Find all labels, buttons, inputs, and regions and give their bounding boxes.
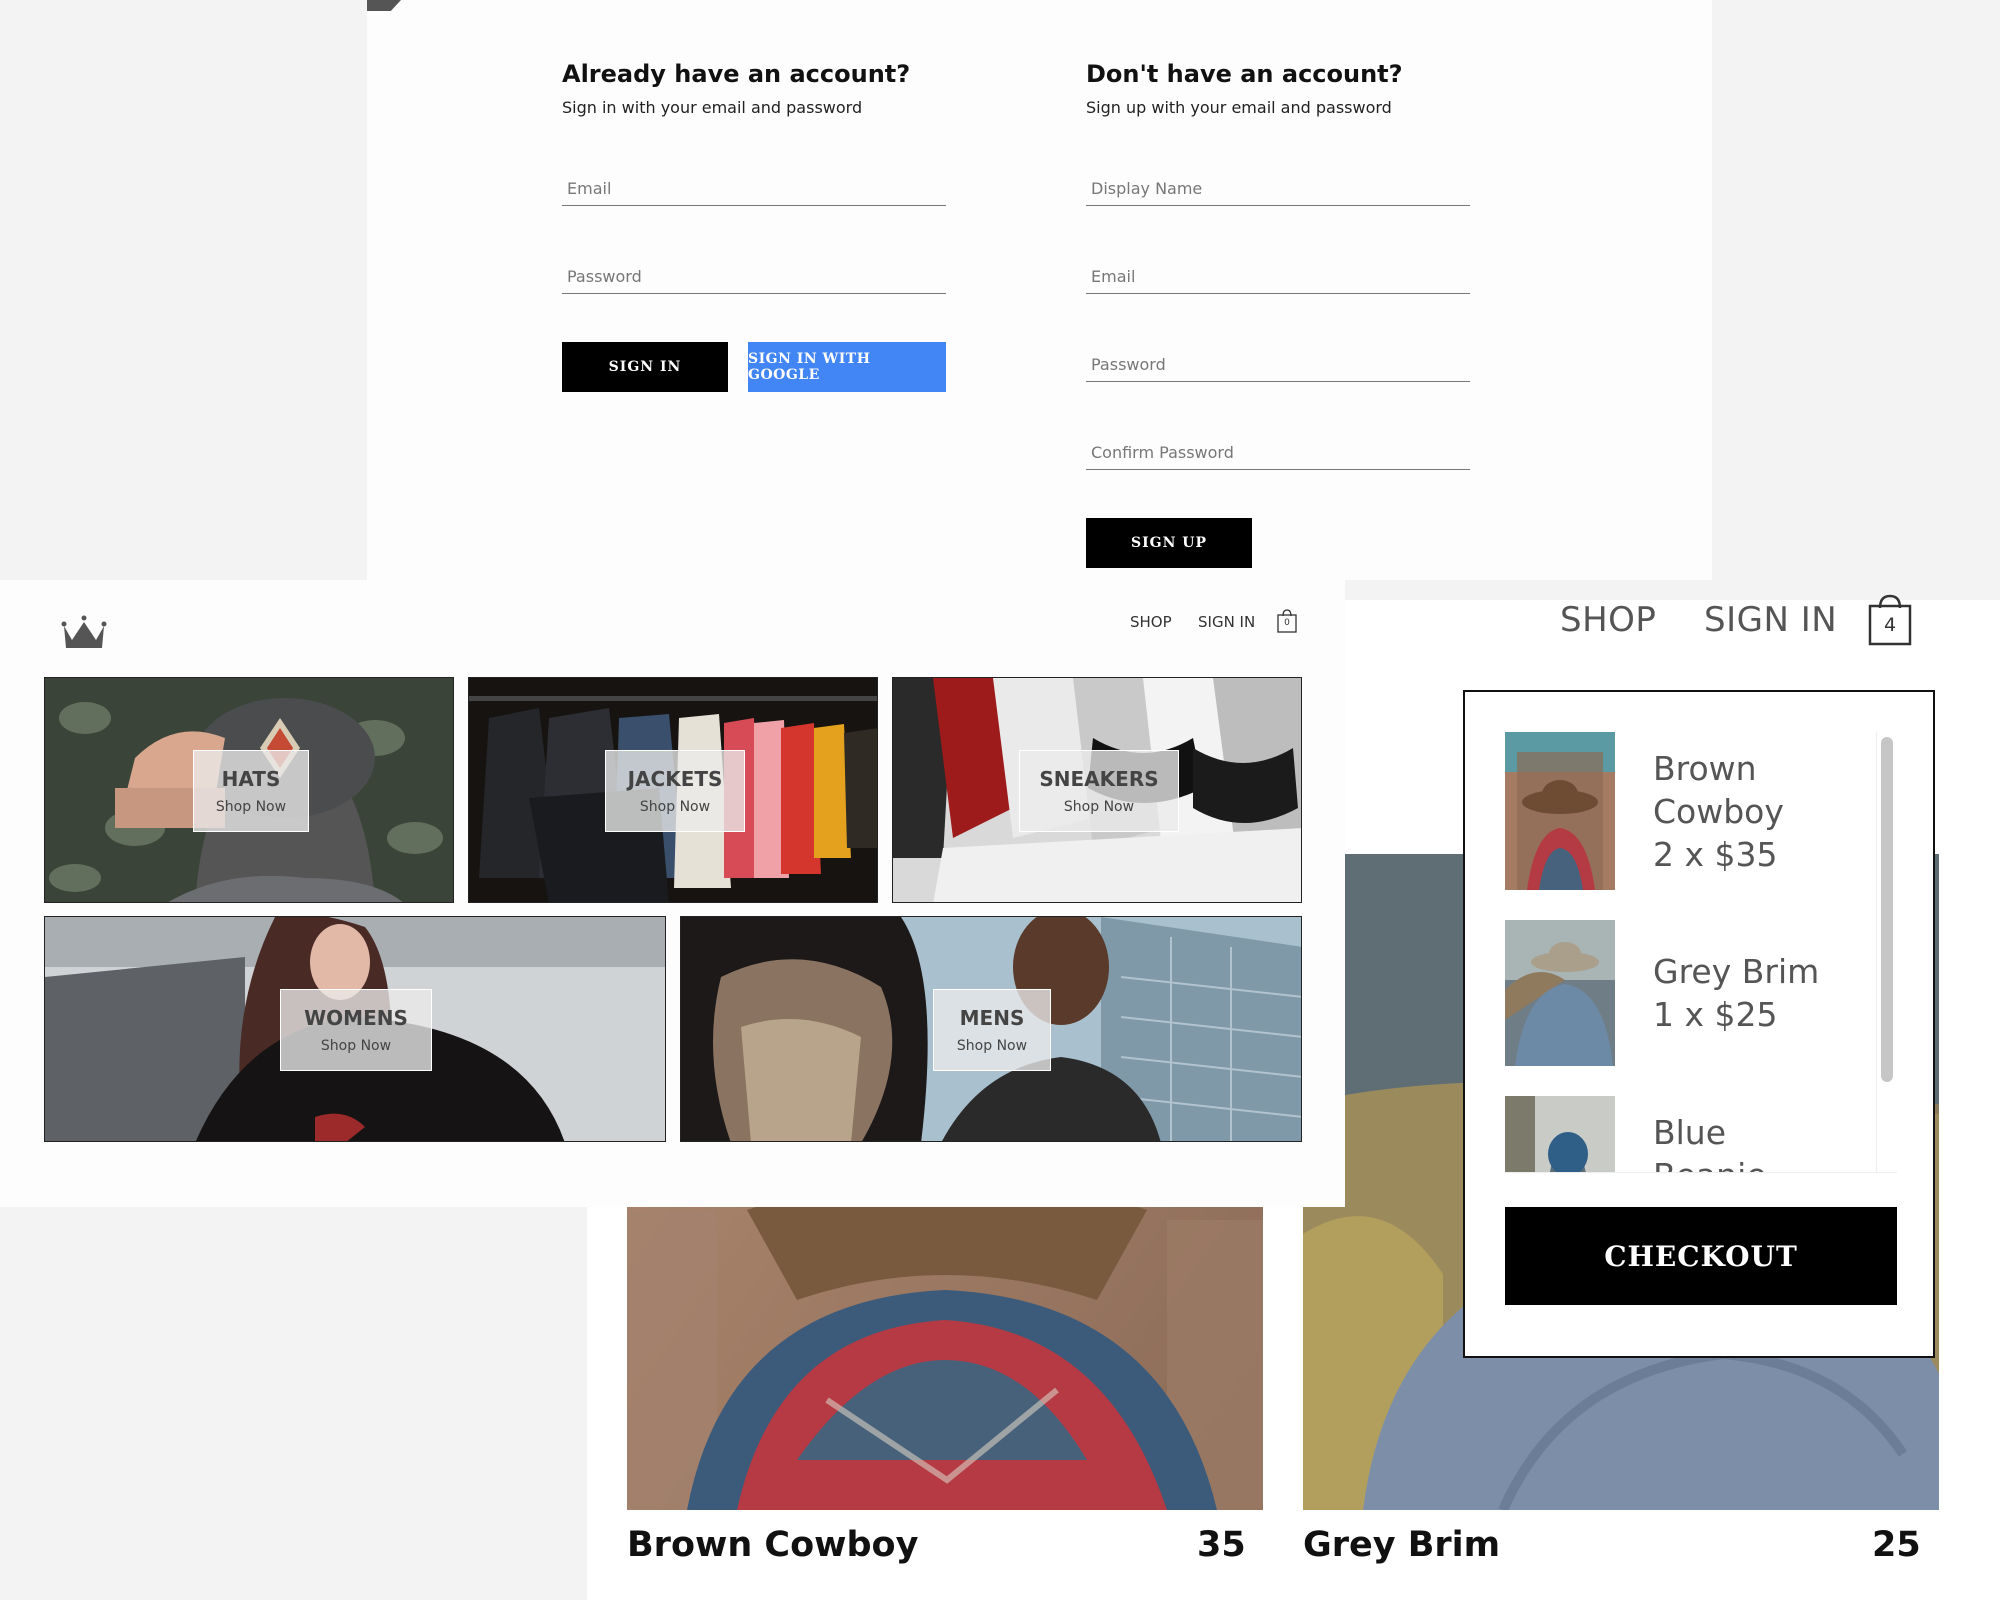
signup-email-placeholder: Email — [1091, 267, 1136, 286]
cart-item: Blue Beanie — [1505, 1096, 1865, 1172]
product-name-brown-cowboy: Brown Cowboy — [627, 1525, 919, 1565]
cart-item-details: Blue Beanie — [1653, 1111, 1767, 1172]
cart-item-name-cont: Beanie — [1653, 1154, 1767, 1172]
category-label-mens: MENS Shop Now — [933, 989, 1051, 1071]
cart-item-details: Grey Brim 1 x $25 — [1653, 950, 1819, 1036]
crown-logo-icon[interactable] — [60, 610, 108, 650]
product-price-brown-cowboy: 35 — [1197, 1525, 1246, 1565]
category-label-jackets: JACKETS Shop Now — [605, 750, 745, 832]
category-tile-womens[interactable]: WOMENS Shop Now — [44, 916, 666, 1142]
nav-shop[interactable]: SHOP — [1130, 613, 1172, 631]
category-cta: Shop Now — [956, 1038, 1028, 1054]
signin-password-field[interactable]: Password — [562, 263, 946, 294]
cart-item-image — [1505, 732, 1615, 890]
corner-fragment — [367, 0, 401, 11]
auth-panel: Already have an account? Sign in with yo… — [367, 0, 1712, 580]
big-cart-icon[interactable]: 4 — [1868, 594, 1912, 646]
cart-item-qty-price: 1 x $25 — [1653, 995, 1778, 1034]
signin-email-field[interactable]: Email — [562, 175, 946, 206]
big-nav-shop[interactable]: SHOP — [1560, 600, 1656, 640]
cart-item-name: Grey Brim — [1653, 952, 1820, 991]
category-cta: Shop Now — [639, 799, 711, 815]
signin-section: Already have an account? Sign in with yo… — [562, 60, 946, 392]
category-title: MENS — [959, 1006, 1025, 1030]
cart-item: Grey Brim 1 x $25 — [1505, 920, 1865, 1070]
cart-item-name-cont: Cowboy — [1653, 792, 1784, 831]
cart-count: 0 — [1284, 618, 1290, 628]
signup-password-field[interactable]: Password — [1086, 351, 1470, 382]
signup-email-field[interactable]: Email — [1086, 263, 1470, 294]
cart-item-details: Brown Cowboy 2 x $35 — [1653, 747, 1784, 876]
cart-item-qty-price: 2 x $35 — [1653, 835, 1778, 874]
signup-subheading: Sign up with your email and password — [1086, 98, 1392, 117]
big-nav-signin[interactable]: SIGN IN — [1704, 600, 1837, 640]
product-name-grey-brim: Grey Brim — [1303, 1525, 1501, 1565]
confirm-password-field[interactable]: Confirm Password — [1086, 439, 1470, 470]
google-signin-button[interactable]: SIGN IN WITH GOOGLE — [748, 342, 946, 392]
category-label-hats: HATS Shop Now — [193, 750, 309, 832]
signin-password-placeholder: Password — [567, 267, 642, 286]
signin-subheading: Sign in with your email and password — [562, 98, 863, 117]
category-cta: Shop Now — [215, 799, 287, 815]
cart-item: Brown Cowboy 2 x $35 — [1505, 732, 1865, 892]
category-label-womens: WOMENS Shop Now — [280, 989, 432, 1071]
display-name-field[interactable]: Display Name — [1086, 175, 1470, 206]
cart-icon[interactable]: 0 — [1277, 609, 1297, 633]
checkout-button[interactable]: CHECKOUT — [1505, 1207, 1897, 1305]
signin-heading: Already have an account? — [562, 60, 911, 88]
signup-heading: Don't have an account? — [1086, 60, 1403, 88]
category-cta: Shop Now — [1063, 799, 1135, 815]
nav-signin[interactable]: SIGN IN — [1198, 613, 1255, 631]
cart-scrollbar-thumb[interactable] — [1881, 737, 1893, 1082]
category-title: HATS — [221, 767, 281, 791]
home-page-panel: SHOP SIGN IN 0 HATS Shop Now JACKETS Sho… — [0, 580, 1345, 1207]
category-title: JACKETS — [627, 767, 723, 791]
category-cta: Shop Now — [320, 1038, 392, 1054]
confirm-password-placeholder: Confirm Password — [1091, 443, 1234, 462]
category-title: WOMENS — [304, 1006, 408, 1030]
category-label-sneakers: SNEAKERS Shop Now — [1019, 750, 1179, 832]
signup-password-placeholder: Password — [1091, 355, 1166, 374]
category-tile-hats[interactable]: HATS Shop Now — [44, 677, 454, 903]
signup-section: Don't have an account? Sign up with your… — [1086, 60, 1470, 568]
cart-item-name: Brown — [1653, 749, 1757, 788]
display-name-placeholder: Display Name — [1091, 179, 1203, 198]
big-cart-count: 4 — [1883, 614, 1897, 636]
cart-item-image — [1505, 920, 1615, 1066]
signin-button[interactable]: SIGN IN — [562, 342, 728, 392]
product-price-grey-brim: 25 — [1872, 1525, 1921, 1565]
cart-dropdown: Brown Cowboy 2 x $35 Grey Brim 1 x $25 B… — [1463, 690, 1935, 1358]
category-tile-sneakers[interactable]: SNEAKERS Shop Now — [892, 677, 1302, 903]
category-tile-jackets[interactable]: JACKETS Shop Now — [468, 677, 878, 903]
cart-item-image — [1505, 1096, 1615, 1172]
signup-button[interactable]: SIGN UP — [1086, 518, 1252, 568]
category-title: SNEAKERS — [1039, 767, 1159, 791]
cart-item-name: Blue — [1653, 1113, 1727, 1152]
signin-email-placeholder: Email — [567, 179, 612, 198]
category-tile-mens[interactable]: MENS Shop Now — [680, 916, 1302, 1142]
cart-divider — [1505, 1172, 1897, 1173]
